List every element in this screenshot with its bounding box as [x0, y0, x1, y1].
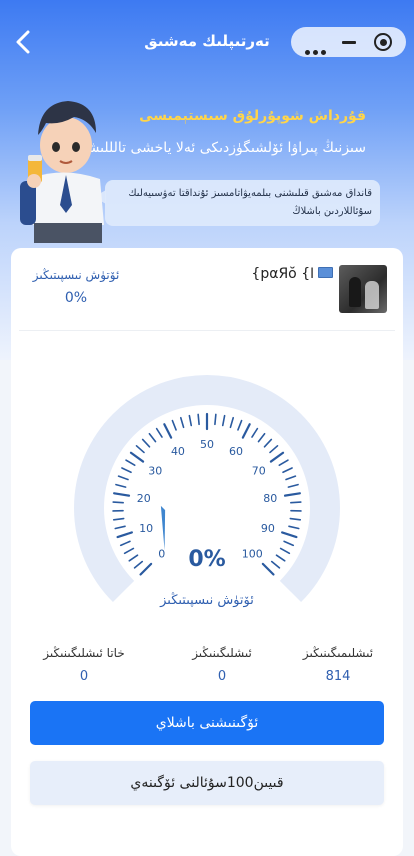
stat-remaining: ئىشلىمىگىنىڭىز 814: [273, 646, 403, 684]
progress-label: ئۆتۈش نىسپىتىڭىز: [31, 268, 121, 282]
stat-wrong-value: 0: [19, 669, 149, 684]
progress-value: 0%: [31, 290, 121, 306]
gauge-tick-label: 20: [137, 492, 151, 505]
gauge-label: ئۆتۈش نىسپىتىڭىز: [11, 593, 403, 608]
avatar[interactable]: [339, 265, 387, 313]
minimize-icon[interactable]: [342, 41, 356, 44]
stat-done-label: ئىشلىگىنىڭىز: [157, 646, 287, 660]
stat-done-value: 0: [157, 669, 287, 684]
gauge-tick-label: 70: [252, 464, 266, 477]
stat-wrong-label: خاتا ئىشلىگىنىڭىز: [19, 646, 149, 660]
user-name-text: {pαЯŏ {ا: [251, 266, 314, 282]
tip-bubble: قانداق مەشىق قىلىشنى بىلمەيۋاتامسىز ئۇند…: [105, 180, 380, 226]
hard-100-button[interactable]: قىيىن100سۇئالنى ئۆگىنەي: [30, 761, 384, 805]
gauge-tick-label: 30: [148, 464, 162, 477]
user-name: {pαЯŏ {ا: [251, 266, 333, 282]
stat-wrong: خاتا ئىشلىگىنىڭىز 0: [19, 646, 149, 684]
more-dots-icon[interactable]: [305, 40, 329, 59]
gauge-tick-label: 50: [200, 438, 214, 451]
start-learning-button[interactable]: ئۆگىنىشنى باشلاي: [30, 701, 384, 745]
stat-remaining-label: ئىشلىمىگىنىڭىز: [273, 646, 403, 660]
target-icon[interactable]: [374, 33, 392, 51]
laptop-icon: [318, 267, 333, 278]
gauge-tick: [215, 414, 216, 424]
mini-program-capsule: [291, 27, 406, 57]
gauge-tick-label: 90: [261, 522, 275, 535]
gauge-tick: [198, 414, 199, 424]
mascot-illustration: [8, 85, 108, 250]
stat-done: ئىشلىگىنىڭىز 0: [157, 646, 287, 684]
gauge-tick-label: 60: [229, 445, 243, 458]
gauge-tick-label: 100: [242, 547, 263, 560]
hero-subtitle: سىزنىڭ پىراۋا ئۆلشىگۈزدىكى ئەلا ياخشى تا…: [64, 140, 366, 156]
gauge-tick-label: 10: [139, 522, 153, 535]
progress-gauge: 0 10 20 30 40 50 60 70 80 90 100 0%: [71, 372, 343, 604]
tip-text: قانداق مەشىق قىلىشنى بىلمەيۋاتامسىز ئۇند…: [113, 185, 372, 221]
stat-remaining-value: 814: [273, 669, 403, 684]
gauge-tick: [291, 502, 301, 503]
gauge-tick-label: 80: [263, 492, 277, 505]
divider: [19, 330, 395, 331]
gauge-value: 0%: [188, 547, 225, 572]
gauge-tick-label: 40: [171, 445, 185, 458]
main-card: ئۆتۈش نىسپىتىڭىز 0% {pαЯŏ {ا 0 10 20 30 40 50…: [11, 248, 403, 856]
hero-title: قۇرداش شوپۇرلۇق سىستېمىسى: [139, 108, 366, 124]
gauge-tick-label: 0: [158, 547, 165, 560]
gauge-tick: [113, 502, 123, 503]
